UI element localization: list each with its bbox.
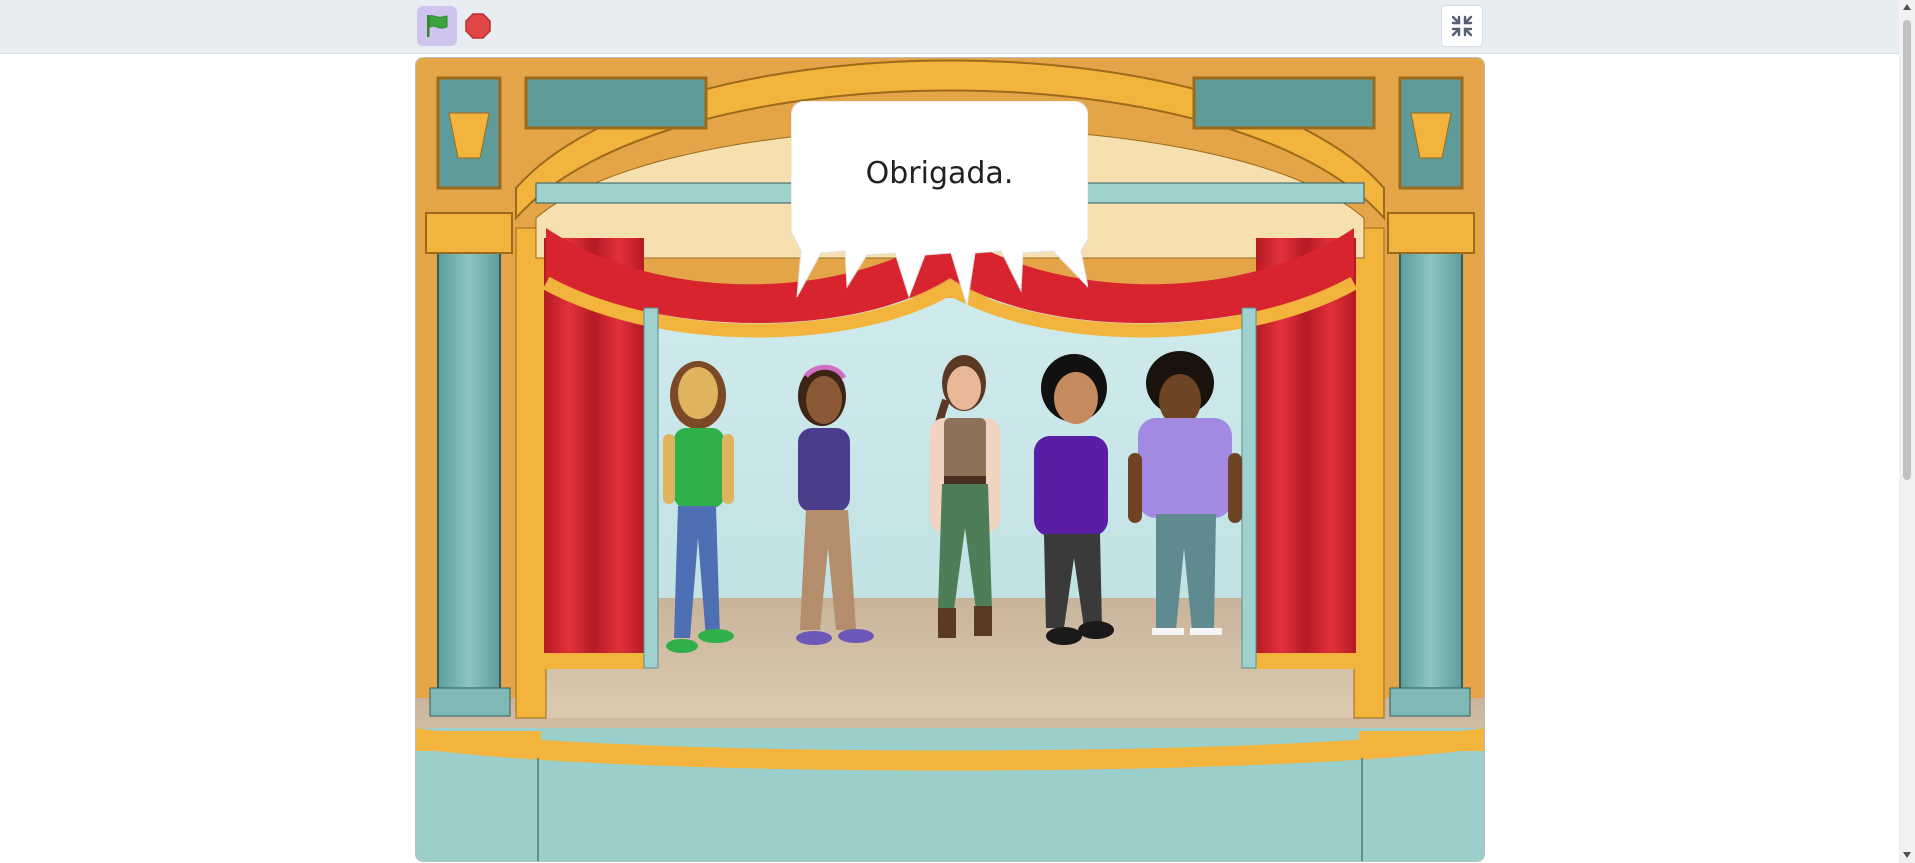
stage-header bbox=[0, 0, 1899, 54]
stop-sign-icon bbox=[465, 13, 491, 39]
speech-bubble-text: Obrigada. bbox=[865, 156, 1014, 191]
green-flag-icon bbox=[427, 15, 448, 37]
speech-bubble: Obrigada. bbox=[791, 101, 1088, 307]
stage-canvas[interactable]: Obrigada. bbox=[415, 57, 1485, 862]
scrollbar-thumb[interactable] bbox=[1903, 20, 1911, 480]
exit-fullscreen-button[interactable] bbox=[1441, 5, 1483, 47]
scroll-up-arrow[interactable] bbox=[1903, 4, 1911, 10]
exit-fullscreen-icon bbox=[1451, 15, 1473, 37]
green-flag-button[interactable] bbox=[417, 6, 457, 46]
stop-button[interactable] bbox=[462, 10, 494, 42]
scroll-down-arrow[interactable] bbox=[1903, 852, 1911, 858]
speech-bubble-shape bbox=[791, 101, 1088, 307]
